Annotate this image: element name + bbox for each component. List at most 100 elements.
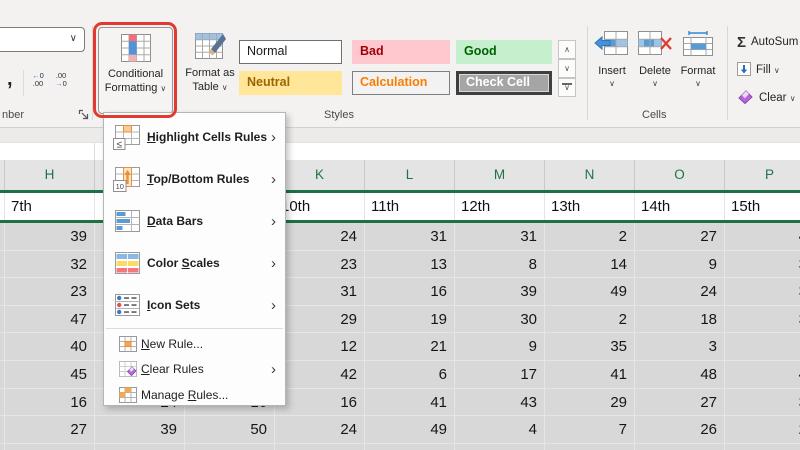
gallery-scroll-up-button[interactable]: ∧ — [558, 40, 576, 59]
data-cell[interactable]: 23 — [275, 251, 365, 279]
data-cell[interactable]: 16 — [365, 278, 455, 306]
data-cell[interactable]: 19 — [365, 306, 455, 334]
gallery-more-button[interactable]: ∨ — [558, 78, 576, 97]
data-cell[interactable]: 31 — [455, 223, 545, 251]
data-cell[interactable]: 32 — [5, 251, 95, 279]
decrease-decimal-button[interactable]: .00 →0 — [50, 72, 72, 88]
data-cell[interactable]: 8 — [455, 251, 545, 279]
data-cell[interactable]: 2 — [545, 223, 635, 251]
menu-item-highlight-cells-rules[interactable]: ≤ Highlight Cells Rules › — [104, 116, 285, 158]
data-cell[interactable]: 26 — [635, 416, 725, 444]
column-header-H[interactable]: H — [5, 160, 95, 190]
column-header-P[interactable]: P — [725, 160, 800, 190]
number-format-combo[interactable]: ∨ — [0, 27, 85, 52]
data-cell[interactable] — [455, 444, 545, 450]
data-cell[interactable]: 4 — [725, 361, 800, 389]
data-cell[interactable]: 29 — [275, 306, 365, 334]
data-cell[interactable]: 27 — [635, 223, 725, 251]
data-cell[interactable] — [725, 333, 800, 361]
conditional-formatting-button[interactable]: Conditional Formatting ∨ — [98, 27, 173, 114]
data-cell[interactable]: 2 — [545, 306, 635, 334]
data-cell[interactable]: 2 — [725, 416, 800, 444]
column-header-L[interactable]: L — [365, 160, 455, 190]
data-cell[interactable] — [725, 444, 800, 450]
data-cell[interactable] — [185, 444, 275, 450]
header-cell-12th[interactable]: 12th — [455, 193, 545, 220]
data-cell[interactable]: 3 — [635, 333, 725, 361]
data-cell[interactable]: 49 — [365, 416, 455, 444]
style-chip-good[interactable]: Good — [456, 40, 552, 64]
increase-decimal-button[interactable]: ←0 .00 — [27, 72, 49, 88]
data-cell[interactable]: 3 — [725, 251, 800, 279]
data-cell[interactable]: 6 — [365, 361, 455, 389]
data-cell[interactable]: 9 — [635, 251, 725, 279]
column-header-K[interactable]: K — [275, 160, 365, 190]
menu-item-color-scales[interactable]: Color Scales › — [104, 242, 285, 284]
style-chip-neutral[interactable]: Neutral — [239, 71, 342, 95]
format-as-table-button[interactable]: Format as Table ∨ — [182, 27, 238, 114]
column-header-N[interactable]: N — [545, 160, 635, 190]
insert-button[interactable]: Insert ∨ — [590, 30, 634, 116]
header-cell-14th[interactable]: 14th — [635, 193, 725, 220]
menu-item-data-bars[interactable]: Data Bars › — [104, 200, 285, 242]
format-button[interactable]: Format ∨ — [676, 30, 720, 116]
menu-item-icon-sets[interactable]: Icon Sets › — [104, 284, 285, 326]
data-cell[interactable]: 4 — [725, 223, 800, 251]
column-header-M[interactable]: M — [455, 160, 545, 190]
header-cell-7th[interactable]: 7th — [5, 193, 95, 220]
data-cell[interactable]: 29 — [545, 389, 635, 417]
data-cell[interactable]: 30 — [455, 306, 545, 334]
data-cell[interactable]: 3 — [725, 306, 800, 334]
data-cell[interactable]: 21 — [365, 333, 455, 361]
data-cell[interactable] — [5, 444, 95, 450]
style-chip-bad[interactable]: Bad — [352, 40, 450, 64]
data-cell[interactable] — [275, 444, 365, 450]
data-cell[interactable]: 14 — [545, 251, 635, 279]
data-cell[interactable]: 27 — [5, 416, 95, 444]
menu-item-top-bottom-rules[interactable]: 10 Top/Bottom Rules › — [104, 158, 285, 200]
data-cell[interactable]: 24 — [275, 223, 365, 251]
data-cell[interactable]: 48 — [635, 361, 725, 389]
comma-style-button[interactable]: , — [7, 68, 13, 91]
data-cell[interactable]: 45 — [5, 361, 95, 389]
data-cell[interactable]: 13 — [365, 251, 455, 279]
data-cell[interactable]: 35 — [545, 333, 635, 361]
data-cell[interactable]: 7 — [545, 416, 635, 444]
clear-button[interactable]: Clear ∨ — [737, 89, 796, 107]
column-header-O[interactable]: O — [635, 160, 725, 190]
menu-item-clear-rules[interactable]: Clear Rules › — [104, 357, 285, 383]
data-cell[interactable]: 41 — [545, 361, 635, 389]
data-cell[interactable]: 17 — [455, 361, 545, 389]
data-cell[interactable] — [635, 444, 725, 450]
data-cell[interactable] — [365, 444, 455, 450]
number-dialog-launcher-icon[interactable] — [78, 108, 90, 120]
menu-item-new-rule[interactable]: New Rule... — [104, 331, 285, 357]
header-cell-15th[interactable]: 15th — [725, 193, 800, 220]
gallery-scroll-down-button[interactable]: ∨ — [558, 59, 576, 78]
delete-button[interactable]: Delete ∨ — [633, 30, 677, 116]
data-cell[interactable]: 39 — [5, 223, 95, 251]
data-cell[interactable]: 9 — [455, 333, 545, 361]
data-cell[interactable]: 23 — [5, 278, 95, 306]
data-cell[interactable]: 16 — [5, 389, 95, 417]
data-cell[interactable]: 50 — [185, 416, 275, 444]
data-cell[interactable]: 40 — [5, 333, 95, 361]
data-cell[interactable]: 24 — [635, 278, 725, 306]
data-cell[interactable] — [545, 444, 635, 450]
data-cell[interactable]: 39 — [455, 278, 545, 306]
data-cell[interactable] — [95, 444, 185, 450]
style-chip-normal[interactable]: Normal — [239, 40, 342, 64]
menu-item-manage-rules[interactable]: Manage Rules... — [104, 382, 285, 408]
data-cell[interactable]: 47 — [5, 306, 95, 334]
data-cell[interactable]: 3 — [725, 389, 800, 417]
header-cell-10th[interactable]: 10th — [275, 193, 365, 220]
data-cell[interactable]: 18 — [635, 306, 725, 334]
data-cell[interactable]: 4 — [455, 416, 545, 444]
data-cell[interactable]: 31 — [365, 223, 455, 251]
data-cell[interactable]: 31 — [275, 278, 365, 306]
header-cell-13th[interactable]: 13th — [545, 193, 635, 220]
data-cell[interactable]: 49 — [545, 278, 635, 306]
style-chip-calculation[interactable]: Calculation — [352, 71, 450, 95]
data-cell[interactable]: 42 — [275, 361, 365, 389]
autosum-button[interactable]: ΣAutoSum — [737, 34, 798, 52]
